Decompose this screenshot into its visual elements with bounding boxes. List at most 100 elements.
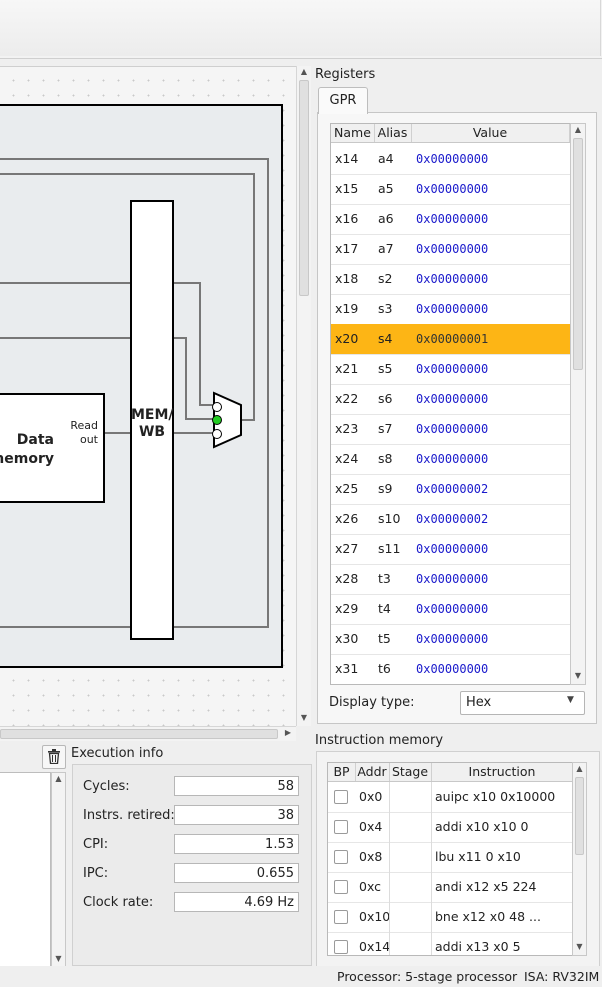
status-isa: ISA: RV32IM xyxy=(524,969,600,984)
console-output[interactable] xyxy=(0,772,51,968)
column-header-alias[interactable]: Alias xyxy=(374,124,412,142)
registers-table: Name Alias Value x14 a4 0x00000000 x15 a5 0x0… xyxy=(330,123,572,685)
register-alias: a6 xyxy=(378,211,394,226)
register-value[interactable]: 0x00000000 xyxy=(416,294,488,324)
register-row[interactable]: x16 a6 0x00000000 xyxy=(331,204,571,235)
console-scrollbar[interactable]: ▲ ▼ xyxy=(51,772,66,968)
execution-info-panel: Cycles: 58 Instrs. retired: 38 CPI: 1.53 IPC: 0… xyxy=(72,764,312,966)
register-row[interactable]: x26 s10 0x00000002 xyxy=(331,504,571,535)
register-value[interactable]: 0x00000000 xyxy=(416,444,488,474)
register-name: x31 xyxy=(335,661,359,676)
register-row[interactable]: x29 t4 0x00000000 xyxy=(331,594,571,625)
register-row[interactable]: x15 a5 0x00000000 xyxy=(331,174,571,205)
register-row[interactable]: x19 s3 0x00000000 xyxy=(331,294,571,325)
register-value[interactable]: 0x00000000 xyxy=(416,354,488,384)
register-name: x16 xyxy=(335,211,359,226)
instruction-row[interactable]: 0x0 auipc x10 0x10000 xyxy=(328,782,573,813)
scroll-up-icon[interactable]: ▲ xyxy=(571,124,585,136)
register-value[interactable]: 0x00000000 xyxy=(416,564,488,594)
instruction-memory-scrollbar[interactable]: ▲ ▼ xyxy=(572,762,587,956)
scroll-up-icon[interactable]: ▲ xyxy=(297,66,311,78)
canvas-scroll-thumb[interactable] xyxy=(299,80,309,296)
register-alias: s3 xyxy=(378,301,393,316)
registers-scroll-thumb[interactable] xyxy=(573,138,583,370)
instruction-row[interactable]: 0x10 bne x12 x0 48 ... xyxy=(328,902,573,933)
canvas-hscroll-thumb[interactable] xyxy=(0,729,278,739)
execution-info-label: Clock rate: xyxy=(83,895,154,910)
instruction-addr: 0x10 xyxy=(359,909,391,924)
instruction-row[interactable]: 0x14 addi x13 x0 5 xyxy=(328,932,573,955)
mem-wb-label-line1: MEM/ xyxy=(131,407,174,423)
register-row[interactable]: x14 a4 0x00000000 xyxy=(331,144,571,175)
register-row[interactable]: x25 s9 0x00000002 xyxy=(331,474,571,505)
register-row[interactable]: x30 t5 0x00000000 xyxy=(331,624,571,655)
instruction-addr: 0x0 xyxy=(359,789,383,804)
tab-gpr[interactable]: GPR xyxy=(318,87,368,114)
instruction-text: bne x12 x0 48 ... xyxy=(435,909,541,924)
register-value[interactable]: 0x00000000 xyxy=(416,654,488,684)
register-value[interactable]: 0x00000000 xyxy=(416,144,488,174)
register-value[interactable]: 0x00000000 xyxy=(416,594,488,624)
instruction-memory-table: BP Addr Stage Instruction 0x0 auipc x10 0… xyxy=(327,762,574,956)
breakpoint-checkbox[interactable] xyxy=(334,850,348,864)
column-header-instruction[interactable]: Instruction xyxy=(431,763,573,781)
register-alias: s6 xyxy=(378,391,393,406)
register-alias: t3 xyxy=(378,571,391,586)
register-row[interactable]: x22 s6 0x00000000 xyxy=(331,384,571,415)
register-value[interactable]: 0x00000000 xyxy=(416,174,488,204)
register-row[interactable]: x28 t3 0x00000000 xyxy=(331,564,571,595)
scroll-down-icon[interactable]: ▼ xyxy=(571,670,585,682)
instruction-scroll-thumb[interactable] xyxy=(575,777,584,855)
column-header-stage[interactable]: Stage xyxy=(389,763,432,781)
register-row[interactable]: x23 s7 0x00000000 xyxy=(331,414,571,445)
breakpoint-checkbox[interactable] xyxy=(334,880,348,894)
clear-console-button[interactable] xyxy=(42,745,66,769)
scroll-down-icon[interactable]: ▼ xyxy=(297,712,311,724)
execution-info-value: 1.53 xyxy=(174,834,299,854)
status-processor: Processor: 5-stage processor xyxy=(337,969,518,984)
breakpoint-checkbox[interactable] xyxy=(334,820,348,834)
datapath-canvas[interactable]: Data memory Read out MEM/ WB xyxy=(0,66,296,727)
register-row[interactable]: x21 s5 0x00000000 xyxy=(331,354,571,385)
register-value[interactable]: 0x00000002 xyxy=(416,504,488,534)
scroll-down-icon[interactable]: ▼ xyxy=(52,953,65,965)
scroll-up-icon[interactable]: ▲ xyxy=(52,773,65,785)
instruction-row[interactable]: 0xc andi x12 x5 224 xyxy=(328,872,573,903)
register-value[interactable]: 0x00000000 xyxy=(416,384,488,414)
breakpoint-checkbox[interactable] xyxy=(334,790,348,804)
scroll-down-icon[interactable]: ▼ xyxy=(573,941,586,953)
register-alias: s5 xyxy=(378,361,393,376)
register-row[interactable]: x31 t6 0x00000000 xyxy=(331,654,571,684)
instruction-row[interactable]: 0x8 lbu x11 0 x10 xyxy=(328,842,573,873)
register-value[interactable]: 0x00000000 xyxy=(416,414,488,444)
register-value[interactable]: 0x00000002 xyxy=(416,474,488,504)
canvas-vertical-scrollbar[interactable]: ▲ ▼ xyxy=(296,66,311,726)
register-value[interactable]: 0x00000000 xyxy=(416,534,488,564)
registers-scrollbar[interactable]: ▲ ▼ xyxy=(570,123,586,685)
register-row[interactable]: x17 a7 0x00000000 xyxy=(331,234,571,265)
display-type-select[interactable]: Hex ▼ xyxy=(460,691,585,715)
breakpoint-checkbox[interactable] xyxy=(334,910,348,924)
column-header-name[interactable]: Name xyxy=(331,124,375,142)
scroll-up-icon[interactable]: ▲ xyxy=(573,763,586,775)
column-header-value[interactable]: Value xyxy=(411,124,570,142)
register-value[interactable]: 0x00000000 xyxy=(416,204,488,234)
register-value[interactable]: 0x00000000 xyxy=(416,624,488,654)
column-header-addr[interactable]: Addr xyxy=(355,763,390,781)
register-alias: t6 xyxy=(378,661,391,676)
instruction-text: auipc x10 0x10000 xyxy=(435,789,556,804)
canvas-horizontal-scrollbar[interactable]: ▶ xyxy=(0,726,296,741)
instruction-text: andi x12 x5 224 xyxy=(435,879,537,894)
instruction-row[interactable]: 0x4 addi x10 x10 0 xyxy=(328,812,573,843)
breakpoint-checkbox[interactable] xyxy=(334,940,348,954)
register-value[interactable]: 0x00000001 xyxy=(416,324,488,354)
register-value[interactable]: 0x00000000 xyxy=(416,264,488,294)
register-row[interactable]: x18 s2 0x00000000 xyxy=(331,264,571,295)
register-row[interactable]: x27 s11 0x00000000 xyxy=(331,534,571,565)
scroll-right-icon[interactable]: ▶ xyxy=(282,727,294,739)
register-row[interactable]: x24 s8 0x00000000 xyxy=(331,444,571,475)
register-value[interactable]: 0x00000000 xyxy=(416,234,488,264)
register-alias: s2 xyxy=(378,271,393,286)
register-row[interactable]: x20 s4 0x00000001 xyxy=(331,324,571,355)
column-header-bp[interactable]: BP xyxy=(328,763,356,781)
